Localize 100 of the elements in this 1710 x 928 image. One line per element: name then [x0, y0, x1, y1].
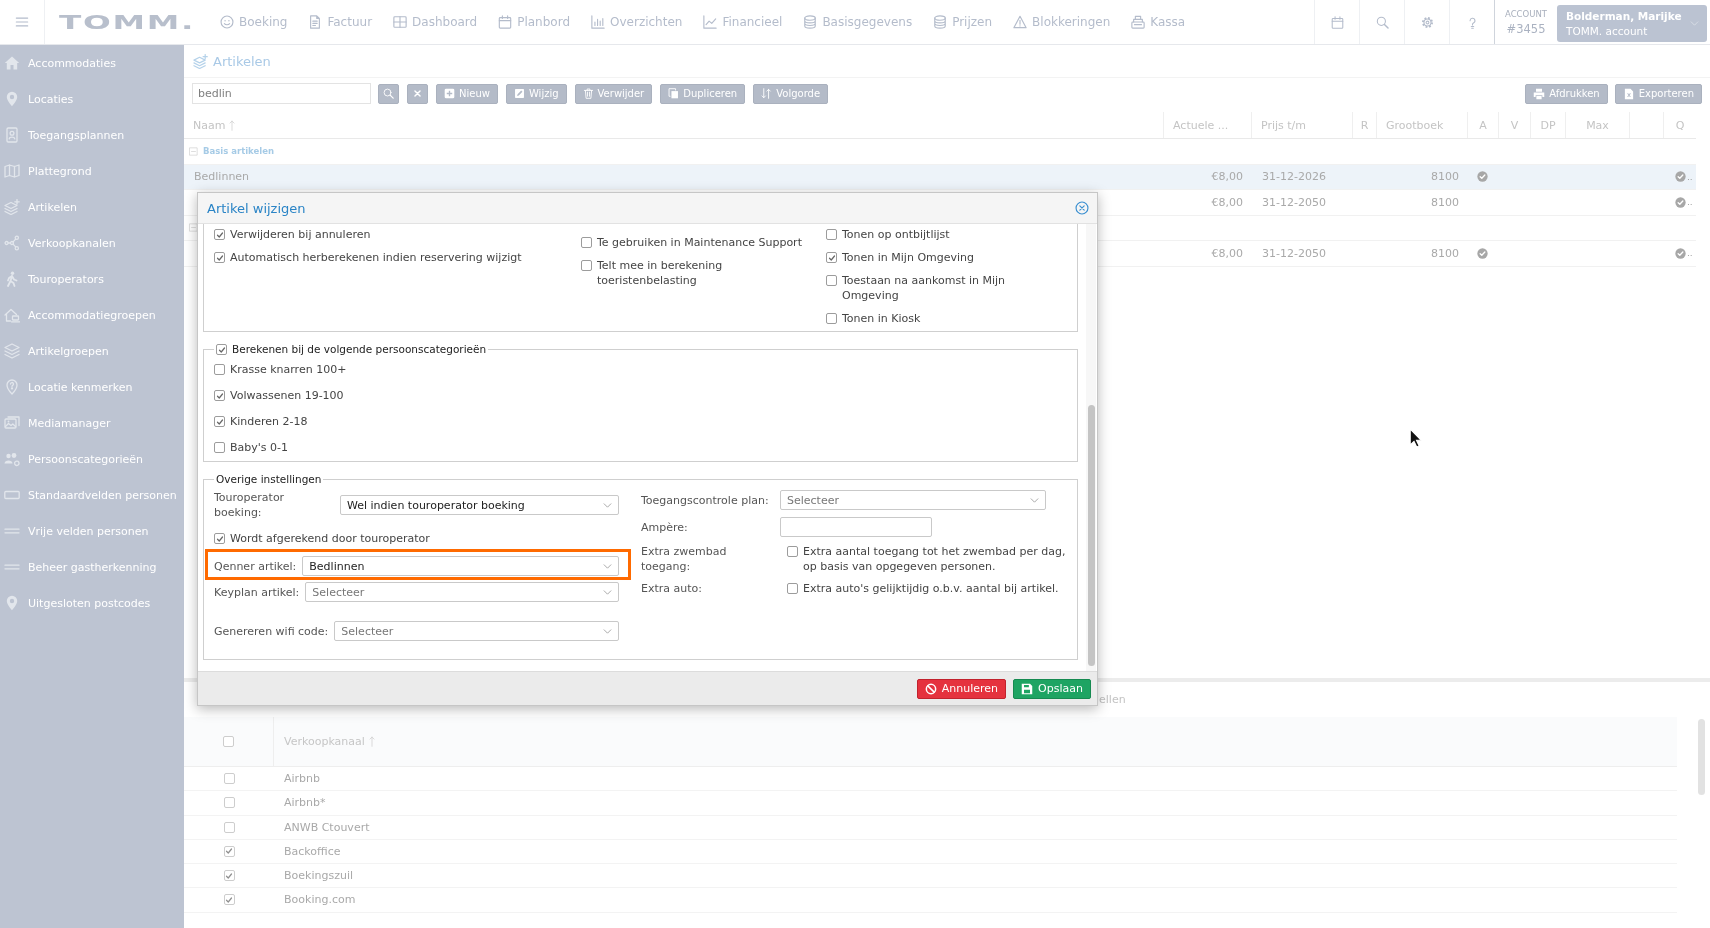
checkbox[interactable]: [826, 275, 837, 286]
column-header[interactable]: Prijs t/m: [1261, 118, 1307, 132]
sidebar-item[interactable]: Artikelgroepen: [0, 333, 184, 369]
nav-item[interactable]: Overzichten: [591, 15, 683, 29]
checkbox[interactable]: [216, 344, 227, 355]
table-cell-text: 31-12-2050: [1261, 195, 1327, 209]
sidebar-item[interactable]: Beheer gastherkenning: [0, 549, 184, 585]
nav-item[interactable]: Financieel: [703, 15, 783, 29]
delete-button[interactable]: Verwijder: [574, 83, 653, 104]
menu-icon[interactable]: [15, 15, 29, 29]
checkbox[interactable]: [223, 894, 235, 906]
column-header[interactable]: Naam: [193, 118, 226, 132]
sidebar-item[interactable]: Standaardvelden personen: [0, 477, 184, 513]
save-button[interactable]: Opslaan: [1013, 678, 1091, 699]
duplicate-button[interactable]: Dupliceren: [660, 83, 746, 104]
checkbox[interactable]: [223, 773, 235, 785]
calendar-icon[interactable]: [1330, 15, 1344, 29]
edit-button[interactable]: Wijzig: [505, 83, 567, 104]
smiley-icon: [220, 15, 234, 29]
layers-icon: [4, 343, 20, 359]
layers-plus-icon: [193, 53, 208, 69]
column-header[interactable]: Max: [1586, 118, 1609, 132]
logo[interactable]: TOMM.: [59, 11, 196, 33]
sidebar-item[interactable]: Vrije velden personen: [0, 513, 184, 549]
checkbox-label: Toestaan na aankomst in Mijn Omgeving: [842, 273, 1007, 303]
sidebar-item[interactable]: Uitgesloten postcodes: [0, 585, 184, 621]
column-header[interactable]: Actuele ...: [1173, 118, 1229, 132]
sidebar-item[interactable]: Touroperators: [0, 261, 184, 297]
checkbox[interactable]: [787, 546, 798, 557]
select-field[interactable]: Selecteer: [305, 582, 619, 602]
nav-item[interactable]: Kassa: [1131, 15, 1186, 29]
checkbox[interactable]: [581, 260, 592, 271]
checkbox-label: Te gebruiken in Maintenance Support: [597, 235, 802, 250]
sidebar-item[interactable]: Toegangsplannen: [0, 117, 184, 153]
tab[interactable]: ellen: [1099, 693, 1126, 706]
checkbox[interactable]: [223, 797, 235, 809]
table-row[interactable]: Bedlinnen €8,00 31-12-2026 8100 ..: [184, 164, 1696, 190]
clear-button[interactable]: [407, 83, 428, 104]
user-menu-button[interactable]: Bolderman, Marijke TOMM. account: [1557, 5, 1707, 42]
checkbox[interactable]: [787, 583, 798, 594]
search-field[interactable]: bedlin: [192, 83, 371, 104]
checkbox[interactable]: [214, 364, 225, 375]
checkbox[interactable]: [223, 736, 234, 747]
search-icon[interactable]: [1375, 15, 1389, 29]
mouse-pointer-icon: [1409, 428, 1422, 448]
search-button[interactable]: [378, 83, 399, 104]
checkbox[interactable]: [214, 390, 225, 401]
field-label: Toegangscontrole plan:: [641, 492, 770, 508]
checkbox[interactable]: [214, 442, 225, 453]
column-header[interactable]: Q: [1675, 118, 1685, 132]
sidebar-item[interactable]: Plattegrond: [0, 153, 184, 189]
select-field[interactable]: Selecteer: [334, 621, 619, 641]
checkbox[interactable]: [214, 533, 225, 544]
column-header[interactable]: Grootboek: [1386, 118, 1444, 132]
select-field[interactable]: Selecteer: [780, 490, 1046, 510]
sidebar-item[interactable]: Locaties: [0, 81, 184, 117]
nav-item[interactable]: Blokkeringen: [1013, 15, 1111, 29]
checkbox[interactable]: [214, 252, 225, 263]
checkbox[interactable]: [214, 416, 225, 427]
nav-item[interactable]: Planbord: [498, 15, 570, 29]
nav-item[interactable]: Factuur: [308, 15, 373, 29]
nav-item[interactable]: Boeking: [220, 15, 288, 29]
settings-icon[interactable]: [1420, 15, 1434, 29]
checkbox[interactable]: [214, 229, 225, 240]
export-button[interactable]: Exporteren: [1614, 83, 1702, 104]
column-header[interactable]: R: [1360, 118, 1369, 132]
order-button[interactable]: Volgorde: [753, 83, 829, 104]
sidebar-item[interactable]: Accommodatiegroepen: [0, 297, 184, 333]
column-header[interactable]: A: [1479, 118, 1487, 132]
scrollbar[interactable]: [1087, 405, 1095, 666]
sidebar-item[interactable]: Persoonscategorieën: [0, 441, 184, 477]
checkbox[interactable]: [581, 237, 592, 248]
sidebar-item[interactable]: Accommodaties: [0, 45, 184, 81]
checkbox[interactable]: [223, 821, 235, 833]
checkbox[interactable]: [223, 845, 235, 857]
column-header[interactable]: DP: [1540, 118, 1556, 132]
sidebar-item[interactable]: Artikelen: [0, 189, 184, 225]
new-button[interactable]: Nieuw: [436, 83, 498, 104]
close-icon[interactable]: [1075, 201, 1089, 215]
table-cell-text: €8,00: [1210, 246, 1244, 260]
checkbox[interactable]: [826, 252, 837, 263]
checkbox-label: Baby's 0-1: [230, 440, 288, 455]
checkbox[interactable]: [826, 313, 837, 324]
nav-item[interactable]: Dashboard: [393, 15, 478, 29]
sidebar-item[interactable]: Verkoopkanalen: [0, 225, 184, 261]
scrollbar[interactable]: [1698, 719, 1705, 795]
calendar-icon: [498, 15, 513, 29]
minus-square-icon[interactable]: [189, 223, 198, 233]
select-field[interactable]: Wel indien touroperator boeking: [340, 495, 619, 515]
column-header[interactable]: V: [1510, 118, 1519, 132]
nav-item[interactable]: Basisgegevens: [803, 15, 913, 29]
input-field[interactable]: [780, 517, 932, 537]
sidebar-item[interactable]: Locatie kenmerken: [0, 369, 184, 405]
checkbox[interactable]: [826, 229, 837, 240]
checkbox[interactable]: [223, 870, 235, 882]
print-button[interactable]: Afdrukken: [1525, 83, 1608, 104]
select-field[interactable]: Bedlinnen: [302, 556, 619, 576]
cancel-button[interactable]: Annuleren: [916, 678, 1007, 699]
nav-item[interactable]: Prijzen: [933, 15, 993, 29]
sidebar-item[interactable]: Mediamanager: [0, 405, 184, 441]
